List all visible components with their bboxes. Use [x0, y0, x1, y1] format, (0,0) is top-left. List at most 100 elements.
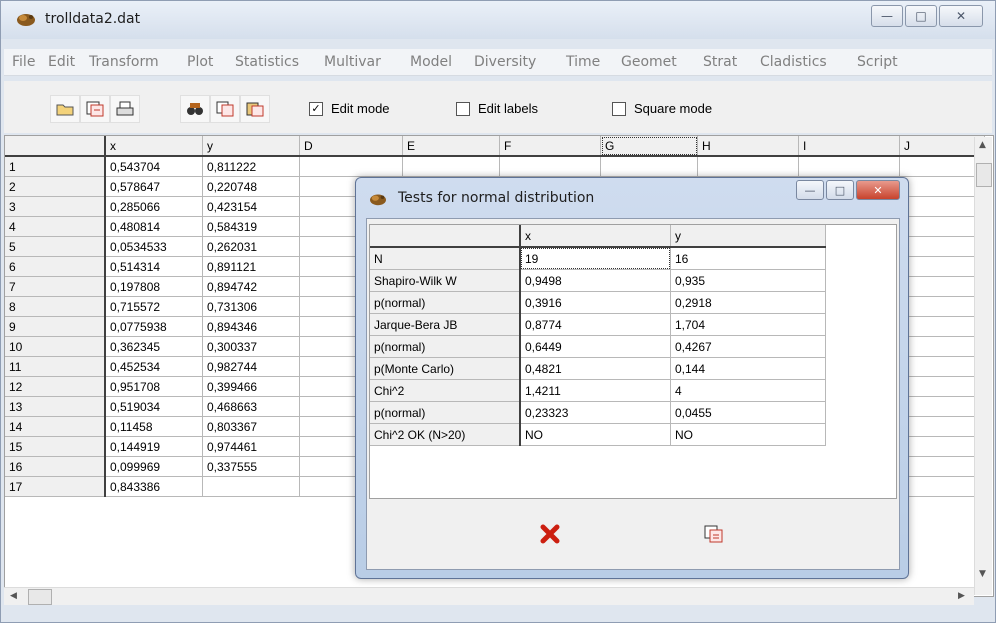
- empty-cell[interactable]: [899, 256, 985, 277]
- result-label[interactable]: p(Monte Carlo): [370, 357, 521, 380]
- result-label[interactable]: Jarque-Bera JB: [370, 313, 521, 336]
- corner-cell[interactable]: [5, 136, 106, 157]
- cell-y[interactable]: 0,974461: [202, 436, 300, 457]
- cell-y[interactable]: [202, 476, 300, 497]
- result-x[interactable]: 0,23323: [520, 401, 671, 424]
- cell-y[interactable]: 0,894742: [202, 276, 300, 297]
- cell-y[interactable]: 0,468663: [202, 396, 300, 417]
- cell-y[interactable]: 0,300337: [202, 336, 300, 357]
- result-y[interactable]: 0,935: [670, 269, 826, 292]
- cell-y[interactable]: 0,811222: [202, 156, 300, 177]
- empty-cell[interactable]: [899, 316, 985, 337]
- row-header[interactable]: 9: [5, 316, 106, 337]
- menu-script[interactable]: Script: [857, 54, 898, 70]
- column-header[interactable]: G: [600, 136, 698, 157]
- vertical-scrollbar[interactable]: ▲ ▼: [974, 137, 992, 595]
- print-button[interactable]: [110, 95, 140, 123]
- copy-results-button[interactable]: [697, 519, 731, 549]
- empty-cell[interactable]: [798, 156, 900, 177]
- cell-x[interactable]: 0,0534533: [105, 236, 203, 257]
- result-y[interactable]: NO: [670, 423, 826, 446]
- column-header[interactable]: x: [105, 136, 203, 157]
- result-x[interactable]: 0,4821: [520, 357, 671, 380]
- column-header[interactable]: y: [670, 225, 826, 248]
- menu-plot[interactable]: Plot: [187, 54, 213, 70]
- cell-x[interactable]: 0,519034: [105, 396, 203, 417]
- cell-y[interactable]: 0,220748: [202, 176, 300, 197]
- scroll-thumb[interactable]: [28, 589, 52, 605]
- column-header[interactable]: I: [798, 136, 900, 157]
- row-header[interactable]: 2: [5, 176, 106, 197]
- empty-cell[interactable]: [899, 356, 985, 377]
- column-header[interactable]: H: [697, 136, 799, 157]
- result-y[interactable]: 0,4267: [670, 335, 826, 358]
- menu-strat[interactable]: Strat: [703, 54, 737, 70]
- row-header[interactable]: 3: [5, 196, 106, 217]
- cell-x[interactable]: 0,11458: [105, 416, 203, 437]
- scroll-thumb[interactable]: [976, 163, 992, 187]
- empty-cell[interactable]: [899, 296, 985, 317]
- cell-y[interactable]: 0,891121: [202, 256, 300, 277]
- result-label[interactable]: p(normal): [370, 401, 521, 424]
- cell-x[interactable]: 0,715572: [105, 296, 203, 317]
- square-mode-checkbox[interactable]: Square mode: [612, 101, 712, 116]
- menu-file[interactable]: File: [12, 54, 35, 70]
- result-label[interactable]: p(normal): [370, 335, 521, 358]
- results-grid[interactable]: x y N 19 16 Shapiro-Wilk W 0,9498 0,935 p(norm…: [369, 224, 897, 499]
- cell-y[interactable]: 0,803367: [202, 416, 300, 437]
- copy-button[interactable]: [210, 95, 240, 123]
- row-header[interactable]: 12: [5, 376, 106, 397]
- menu-geomet[interactable]: Geomet: [621, 54, 677, 70]
- row-header[interactable]: 15: [5, 436, 106, 457]
- cell-x[interactable]: 0,514314: [105, 256, 203, 277]
- menu-cladistics[interactable]: Cladistics: [760, 54, 827, 70]
- empty-cell[interactable]: [899, 156, 985, 177]
- empty-cell[interactable]: [299, 156, 403, 177]
- close-results-button[interactable]: [533, 519, 567, 549]
- row-header[interactable]: 5: [5, 236, 106, 257]
- result-y[interactable]: 1,704: [670, 313, 826, 336]
- result-y[interactable]: 4: [670, 379, 826, 402]
- result-label[interactable]: Chi^2: [370, 379, 521, 402]
- column-header[interactable]: x: [520, 225, 671, 248]
- corner-cell[interactable]: [370, 225, 521, 248]
- menu-statistics[interactable]: Statistics: [235, 54, 299, 70]
- row-header[interactable]: 17: [5, 476, 106, 497]
- row-header[interactable]: 8: [5, 296, 106, 317]
- empty-cell[interactable]: [899, 176, 985, 197]
- result-y[interactable]: 0,2918: [670, 291, 826, 314]
- row-header[interactable]: 13: [5, 396, 106, 417]
- dialog-maximize-button[interactable]: □: [826, 180, 854, 200]
- result-x[interactable]: 0,8774: [520, 313, 671, 336]
- horizontal-scrollbar[interactable]: ◀ ▶: [4, 587, 974, 605]
- cell-x[interactable]: 0,843386: [105, 476, 203, 497]
- cell-y[interactable]: 0,337555: [202, 456, 300, 477]
- cell-y[interactable]: 0,584319: [202, 216, 300, 237]
- menu-model[interactable]: Model: [410, 54, 452, 70]
- cell-y[interactable]: 0,423154: [202, 196, 300, 217]
- row-header[interactable]: 14: [5, 416, 106, 437]
- empty-cell[interactable]: [899, 196, 985, 217]
- close-button[interactable]: ✕: [939, 5, 983, 27]
- cell-y[interactable]: 0,731306: [202, 296, 300, 317]
- scroll-right-icon[interactable]: ▶: [958, 591, 965, 601]
- empty-cell[interactable]: [499, 156, 601, 177]
- menu-edit[interactable]: Edit: [48, 54, 75, 70]
- scroll-up-icon[interactable]: ▲: [979, 140, 986, 150]
- edit-labels-checkbox[interactable]: Edit labels: [456, 101, 538, 116]
- menu-multivar[interactable]: Multivar: [324, 54, 381, 70]
- dialog-minimize-button[interactable]: —: [796, 180, 824, 200]
- menu-transform[interactable]: Transform: [89, 54, 159, 70]
- empty-cell[interactable]: [899, 376, 985, 397]
- result-x[interactable]: 0,9498: [520, 269, 671, 292]
- empty-cell[interactable]: [899, 456, 985, 477]
- column-header[interactable]: E: [402, 136, 500, 157]
- cell-x[interactable]: 0,543704: [105, 156, 203, 177]
- column-header[interactable]: F: [499, 136, 601, 157]
- empty-cell[interactable]: [899, 336, 985, 357]
- empty-cell[interactable]: [899, 396, 985, 417]
- edit-mode-checkbox[interactable]: ✓ Edit mode: [309, 101, 390, 116]
- cell-x[interactable]: 0,452534: [105, 356, 203, 377]
- empty-cell[interactable]: [402, 156, 500, 177]
- scroll-left-icon[interactable]: ◀: [10, 591, 17, 601]
